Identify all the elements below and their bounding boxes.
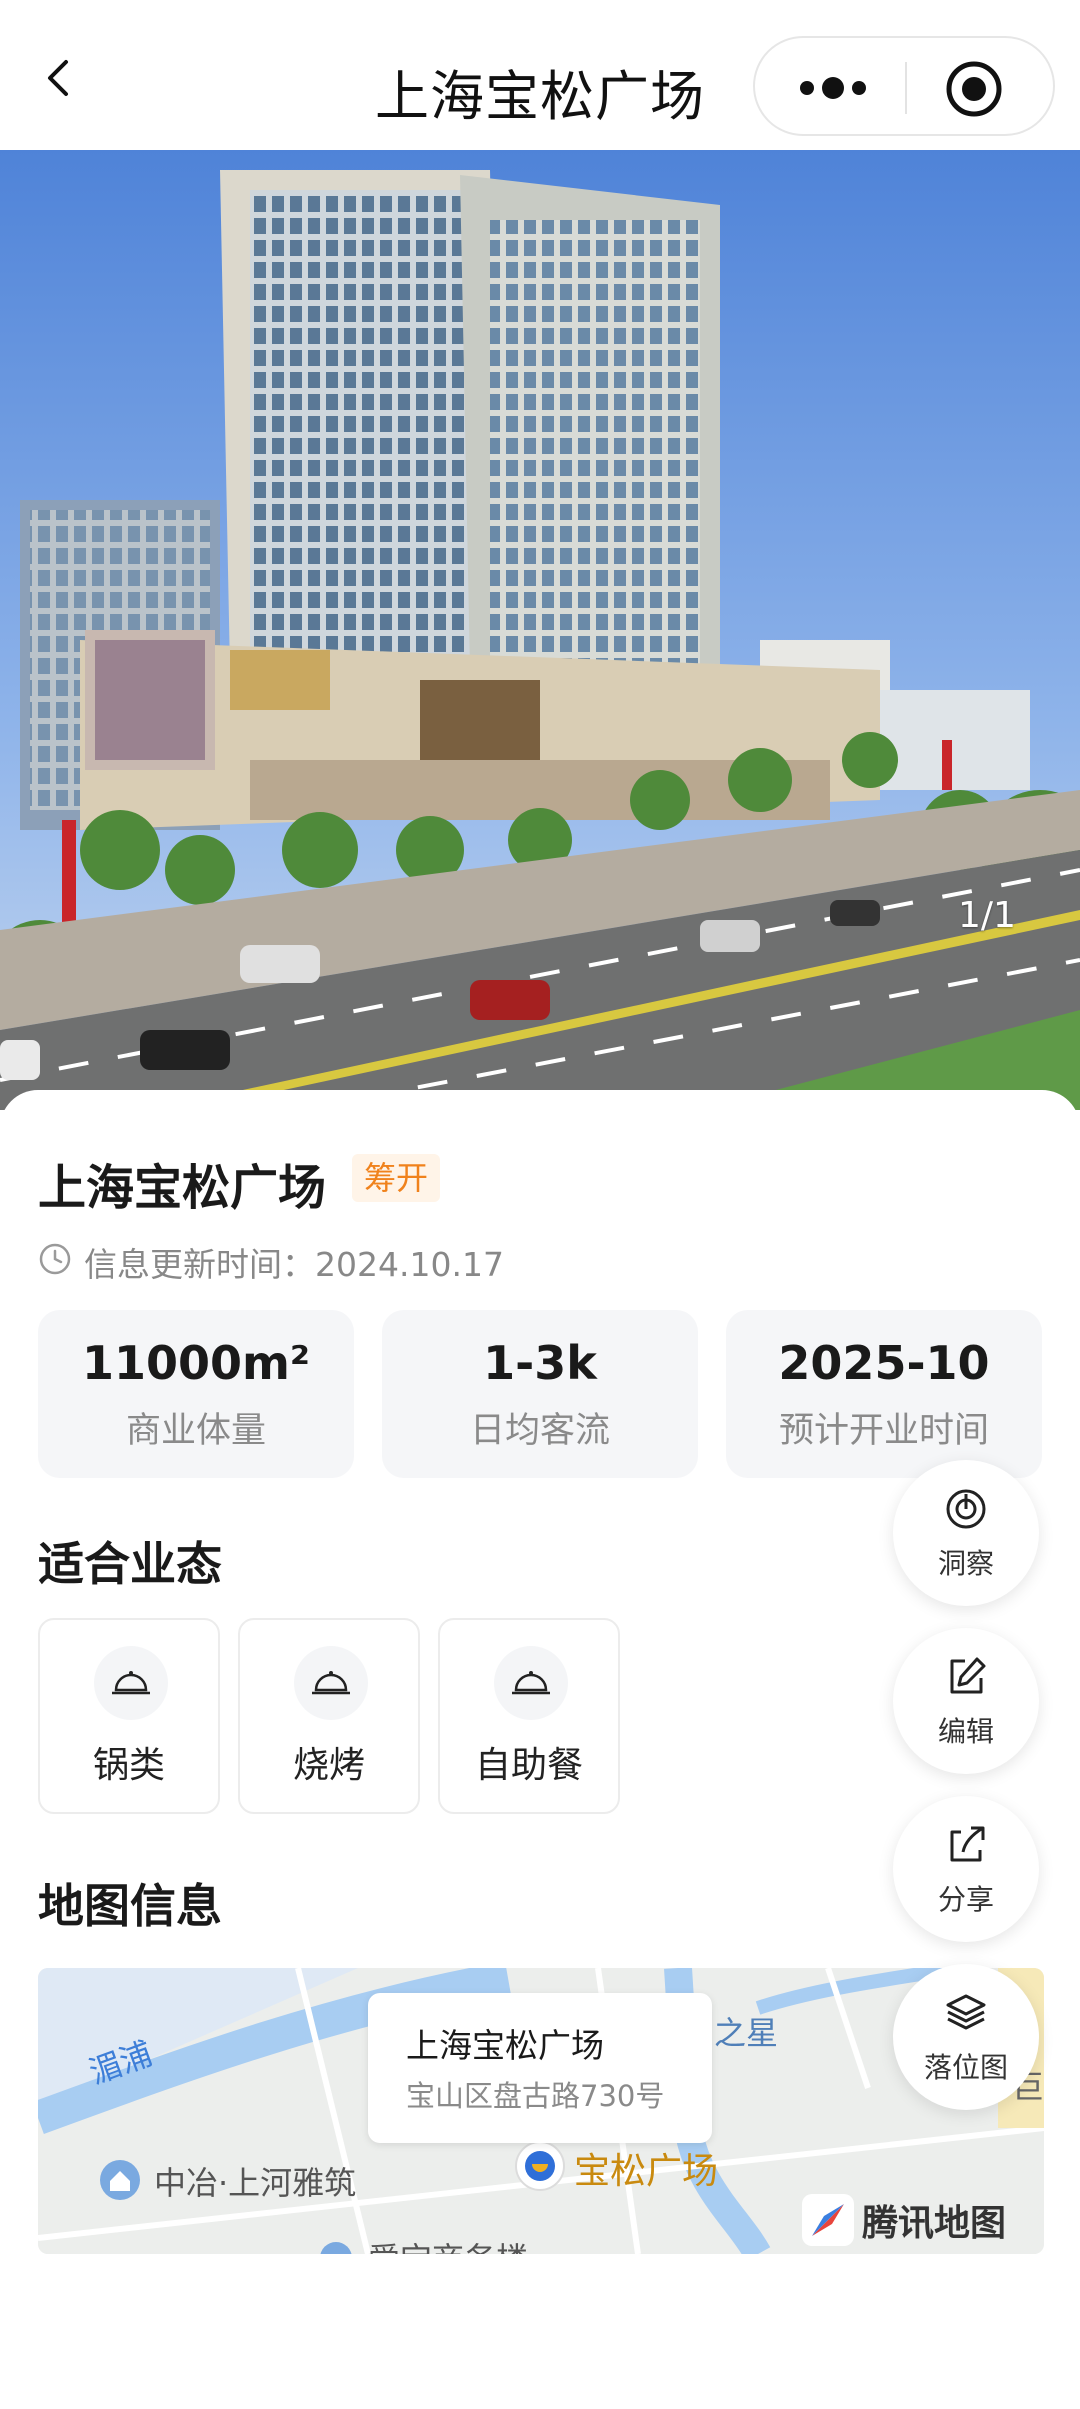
insight-button[interactable]: 洞察: [893, 1460, 1039, 1606]
clock-icon: [39, 1243, 71, 1275]
map-section-title: 地图信息: [38, 1879, 222, 1933]
edit-button[interactable]: 编辑: [893, 1628, 1039, 1774]
share-button[interactable]: 分享: [893, 1796, 1039, 1942]
bubble-address: 宝山区盘古路730号: [406, 2079, 665, 2113]
business-type-label: 锅类: [92, 1745, 165, 1786]
insight-label: 洞察: [937, 1547, 994, 1580]
stat-label: 预计开业时间: [778, 1411, 989, 1451]
capsule-divider: [905, 62, 907, 114]
food-cloche-icon: [294, 1646, 368, 1720]
insight-icon: [946, 1489, 986, 1529]
stat-label: 日均客流: [469, 1411, 610, 1451]
stat-value: 11000m²: [81, 1336, 311, 1390]
layout-map-label: 落位图: [923, 2051, 1008, 2084]
stat-value: 1-3k: [483, 1336, 597, 1390]
compass-icon: [802, 2194, 854, 2246]
share-icon: [950, 1826, 985, 1862]
map-poi-label: 之星: [714, 2014, 779, 2052]
stat-value: 2025-10: [778, 1336, 990, 1390]
tencent-map-logo: 腾讯地图: [800, 2192, 1006, 2248]
business-type-card[interactable]: 烧烤: [238, 1618, 420, 1814]
stat-label: 商业体量: [125, 1411, 266, 1451]
food-cloche-icon: [94, 1646, 168, 1720]
edit-label: 编辑: [937, 1715, 994, 1748]
tencent-map-text: 腾讯地图: [862, 2203, 1007, 2244]
location-pin-icon: [515, 2141, 565, 2191]
business-type-label: 烧烤: [292, 1745, 365, 1786]
stat-opening-date: 2025-10 预计开业时间: [726, 1310, 1042, 1478]
community-icon: [100, 2160, 140, 2200]
stat-daily-traffic: 1-3k 日均客流: [382, 1310, 698, 1478]
more-dots-icon[interactable]: [793, 74, 873, 102]
map-community-label: 中冶·上河雅筑: [154, 2164, 357, 2202]
building-poi-icon: [320, 2242, 352, 2254]
bubble-title: 上海宝松广场: [406, 2026, 604, 2065]
mini-program-capsule: [753, 36, 1055, 136]
target-circle-icon[interactable]: [945, 60, 1003, 118]
share-label: 分享: [937, 1883, 994, 1916]
edit-icon: [950, 1657, 986, 1694]
business-type-card[interactable]: 锅类: [38, 1618, 220, 1814]
map-bottom-label: 爱宝商务楼: [368, 2234, 528, 2254]
food-cloche-icon: [494, 1646, 568, 1720]
image-counter: 1/1: [958, 895, 1016, 936]
navigation-bar: 上海宝松广场: [0, 0, 1080, 150]
layout-map-button[interactable]: 落位图: [893, 1964, 1039, 2110]
map-plaza-label: 宝松广场: [574, 2151, 719, 2192]
layers-icon: [946, 1994, 986, 2030]
update-time: 信息更新时间：2024.10.17: [84, 1245, 504, 1284]
plaza-name: 上海宝松广场: [38, 1160, 327, 1216]
hero-image[interactable]: [0, 150, 1080, 1110]
stat-commercial-area: 11000m² 商业体量: [38, 1310, 354, 1478]
business-type-label: 自助餐: [474, 1745, 583, 1786]
status-badge: 筹开: [352, 1154, 441, 1202]
business-section-title: 适合业态: [38, 1537, 222, 1591]
business-type-card[interactable]: 自助餐: [438, 1618, 620, 1814]
building-photo: [0, 150, 1080, 1110]
map-info-bubble[interactable]: 上海宝松广场 宝山区盘古路730号: [368, 1993, 712, 2143]
